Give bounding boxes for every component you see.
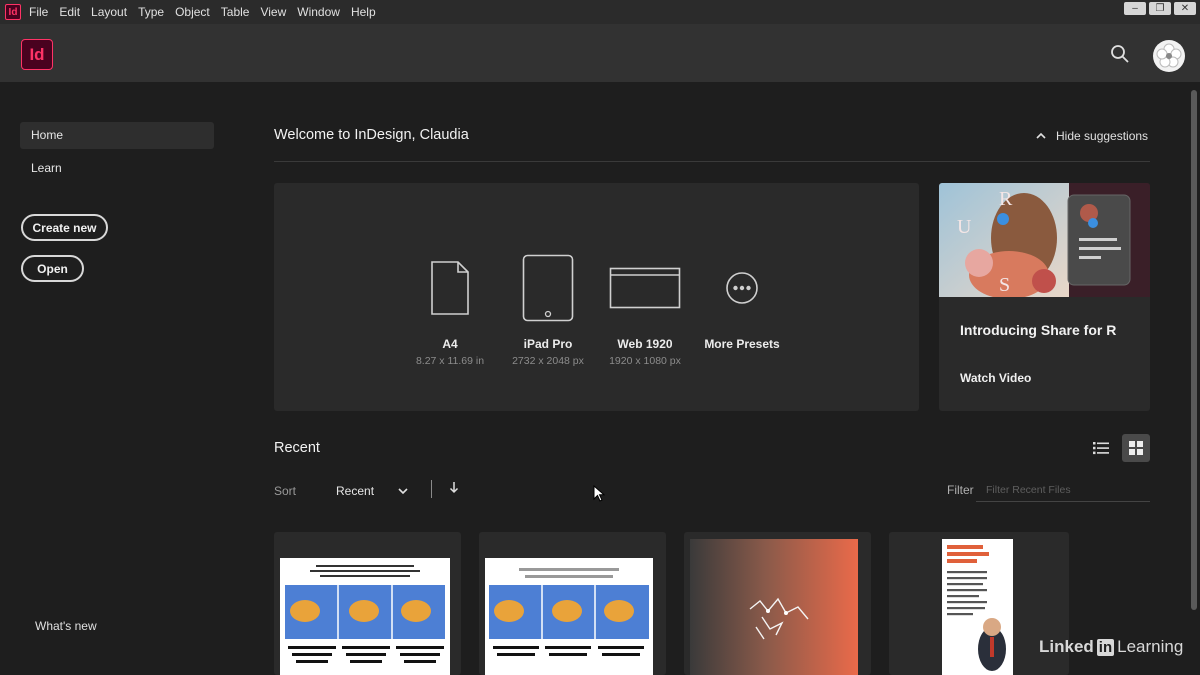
- menu-view[interactable]: View: [260, 5, 286, 19]
- sidebar-item-home[interactable]: Home: [20, 122, 214, 149]
- new-document-presets: A4 8.27 x 11.69 in iPad Pro 2732 x 2048 …: [274, 183, 919, 411]
- grid-view-icon[interactable]: [1122, 434, 1150, 462]
- scrollbar[interactable]: [1191, 90, 1197, 610]
- indesign-logo: Id: [21, 39, 53, 70]
- more-icon: [725, 253, 759, 323]
- menu-file[interactable]: File: [29, 5, 48, 19]
- preset-name: Web 1920: [617, 337, 673, 351]
- hide-suggestions-label: Hide suggestions: [1056, 129, 1149, 143]
- close-icon[interactable]: ✕: [1174, 2, 1196, 15]
- preset-size: 1920 x 1080 px: [609, 355, 681, 367]
- linkedin-text: Linked: [1039, 637, 1094, 656]
- recent-file-card[interactable]: [479, 532, 666, 675]
- app-icon: Id: [5, 4, 21, 20]
- preset-more[interactable]: More Presets: [687, 253, 797, 355]
- preset-size: 8.27 x 11.69 in: [415, 355, 485, 367]
- file-thumbnail: [485, 558, 653, 675]
- menu-type[interactable]: Type: [138, 5, 164, 19]
- sidebar-item-learn[interactable]: Learn: [20, 155, 214, 182]
- browser-window-icon: [609, 253, 681, 323]
- suggestion-card[interactable]: U R S Introducing Share for R Watch Vide…: [939, 183, 1150, 411]
- preset-web-1920[interactable]: Web 1920 1920 x 1080 px: [590, 253, 700, 367]
- preset-name: More Presets: [704, 337, 780, 351]
- minimize-icon[interactable]: –: [1124, 2, 1146, 15]
- sort-dropdown[interactable]: Recent: [336, 484, 408, 498]
- suggestion-image: U R S: [939, 183, 1150, 299]
- svg-text:S: S: [999, 274, 1010, 296]
- window-controls: – ❐ ✕: [1124, 2, 1196, 15]
- menu-bar: Id File Edit Layout Type Object Table Vi…: [0, 0, 1200, 24]
- hide-suggestions-button[interactable]: Hide suggestions: [1036, 129, 1148, 143]
- suggestion-title: Introducing Share for R: [960, 322, 1117, 338]
- whats-new-link[interactable]: What's new: [35, 619, 97, 633]
- svg-text:R: R: [999, 188, 1013, 210]
- file-thumbnail: [690, 539, 858, 675]
- open-button[interactable]: Open: [21, 255, 84, 282]
- avatar[interactable]: [1153, 40, 1185, 72]
- recent-heading: Recent: [274, 440, 320, 456]
- chevron-down-icon: [398, 484, 408, 498]
- menu-edit[interactable]: Edit: [59, 5, 80, 19]
- menu-window[interactable]: Window: [297, 5, 340, 19]
- recent-file-card[interactable]: [274, 532, 461, 675]
- filter-input[interactable]: [976, 478, 1150, 502]
- recent-file-card[interactable]: [684, 532, 871, 675]
- svg-text:U: U: [957, 216, 972, 238]
- file-thumbnail: [942, 539, 1013, 675]
- menu-object[interactable]: Object: [175, 5, 210, 19]
- sort-direction-icon[interactable]: [449, 482, 459, 497]
- preset-ipad-pro[interactable]: iPad Pro 2732 x 2048 px: [493, 253, 603, 367]
- filter-label: Filter: [947, 483, 974, 497]
- menu-table[interactable]: Table: [221, 5, 250, 19]
- divider: [274, 161, 1150, 162]
- welcome-heading: Welcome to InDesign, Claudia: [274, 127, 469, 143]
- menu-help[interactable]: Help: [351, 5, 376, 19]
- restore-icon[interactable]: ❐: [1149, 2, 1171, 15]
- sort-label: Sort: [274, 484, 297, 498]
- flower-avatar-icon: [1156, 43, 1182, 68]
- sort-value: Recent: [336, 484, 375, 498]
- file-thumbnail: [280, 558, 450, 675]
- chevron-up-icon: [1036, 129, 1046, 143]
- tablet-icon: [522, 253, 574, 323]
- menu-layout[interactable]: Layout: [91, 5, 127, 19]
- linkedin-learning-logo: Linked in Learning: [1039, 637, 1183, 657]
- linkedin-in-box: in: [1096, 638, 1115, 656]
- divider: [431, 480, 432, 498]
- document-icon: [430, 253, 470, 323]
- preset-a4[interactable]: A4 8.27 x 11.69 in: [395, 253, 505, 367]
- learning-text: Learning: [1117, 637, 1184, 656]
- preset-name: iPad Pro: [523, 337, 573, 351]
- app-header: Id: [0, 24, 1200, 82]
- preset-name: A4: [442, 337, 458, 351]
- list-view-icon[interactable]: [1087, 434, 1115, 462]
- cursor-icon: [593, 484, 606, 508]
- preset-size: 2732 x 2048 px: [512, 355, 584, 367]
- search-icon[interactable]: [1110, 44, 1132, 66]
- create-new-button[interactable]: Create new: [21, 214, 108, 241]
- watch-video-link[interactable]: Watch Video: [960, 371, 1031, 385]
